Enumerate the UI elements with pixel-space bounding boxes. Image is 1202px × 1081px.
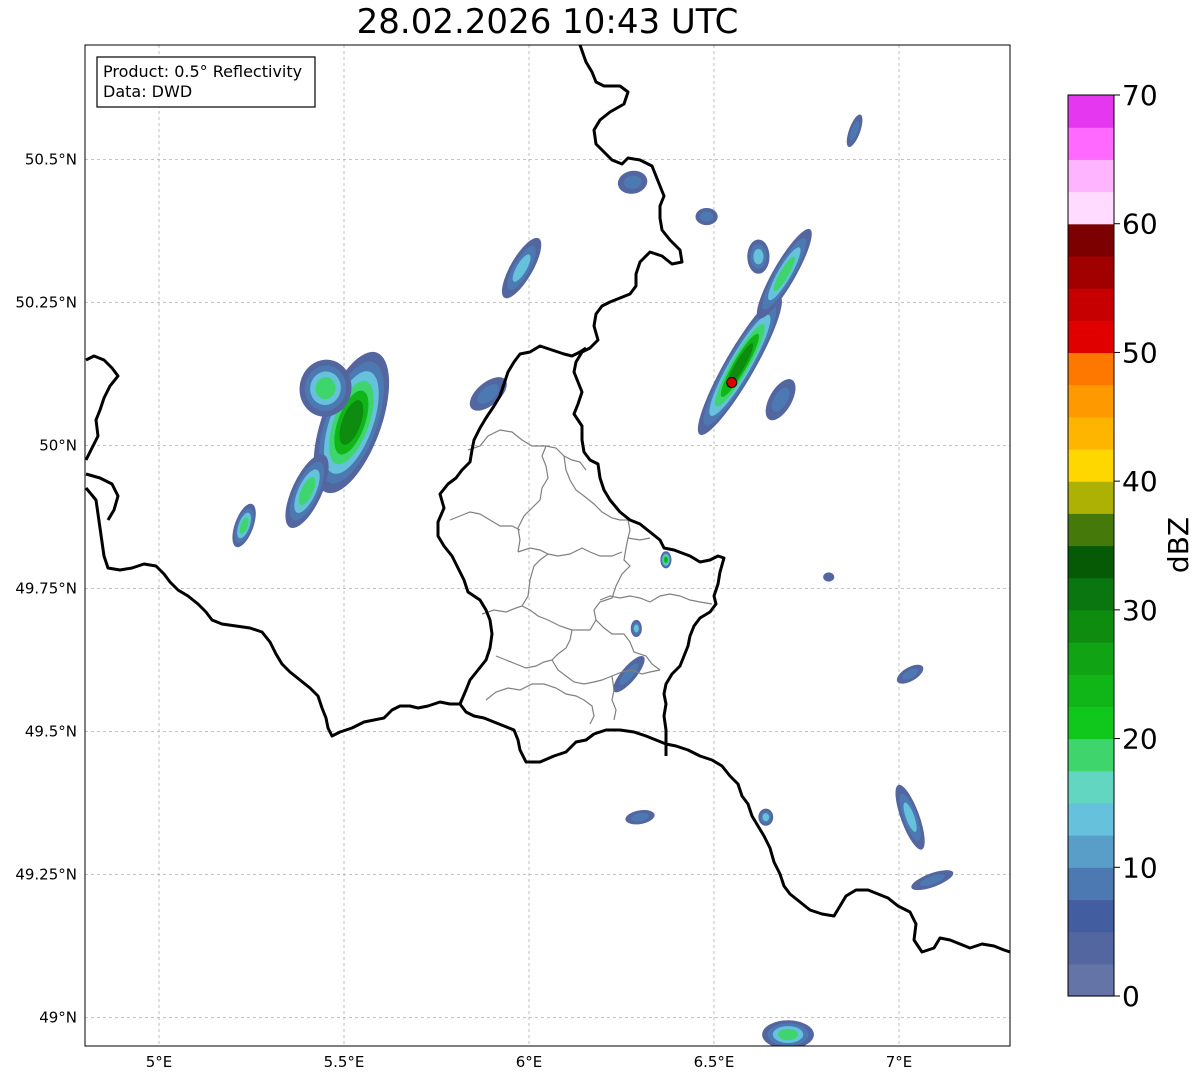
echo-cell — [630, 619, 642, 638]
echo-contour — [753, 248, 764, 265]
colorbar-swatch — [1068, 642, 1114, 675]
colorbar: 0 10 20 30 40 50 60 70 dBZ — [1067, 79, 1195, 1013]
colorbar-swatch — [1068, 416, 1114, 450]
colorbar-tick-label: 50 — [1122, 336, 1158, 369]
echo-cell — [846, 114, 863, 148]
colorbar-swatch — [1068, 931, 1114, 965]
radar-site-dot — [726, 376, 738, 388]
product-info-box: Product: 0.5° Reflectivity Data: DWD — [96, 56, 316, 108]
echo-cell — [911, 870, 954, 891]
lat-tick-label: 50.25°N — [15, 293, 77, 311]
echo-contour — [663, 556, 668, 563]
echo-cell — [617, 170, 648, 194]
colorbar-swatch — [1068, 609, 1114, 643]
echo-cell — [747, 239, 770, 274]
echo-contour — [762, 813, 770, 822]
echo-cell — [697, 295, 782, 436]
echo-contour — [778, 1029, 798, 1041]
reflectivity-echoes — [232, 114, 954, 1046]
echo-cell — [895, 784, 925, 850]
colorbar-label: dBZ — [1162, 517, 1195, 573]
colorbar-swatch — [1068, 513, 1114, 547]
colorbar-swatch — [1068, 223, 1114, 257]
echo-cell — [758, 808, 774, 826]
lon-tick-label: 6.5°E — [694, 1053, 735, 1071]
radar-site-marker — [726, 376, 738, 388]
national-boundaries — [85, 45, 1010, 954]
colorbar-swatch — [1068, 738, 1114, 772]
lat-tick-label: 49.25°N — [15, 865, 77, 883]
echo-cell — [695, 208, 718, 226]
colorbar-swatch — [1068, 95, 1114, 128]
data-source-label: Data: DWD — [103, 82, 192, 101]
colorbar-swatch — [1068, 320, 1114, 354]
echo-contour — [823, 572, 835, 582]
colorbar-swatch — [1068, 288, 1114, 321]
lat-tick-label: 49.75°N — [15, 579, 77, 597]
colorbar-swatch — [1068, 577, 1114, 611]
colorbar-swatch — [1068, 448, 1114, 482]
colorbar-swatch — [1068, 255, 1114, 289]
echo-cell — [660, 551, 672, 569]
colorbar-tick-label: 10 — [1122, 851, 1158, 884]
country-borders — [85, 45, 1010, 954]
colorbar-swatch — [1068, 802, 1114, 836]
graticule — [85, 45, 1010, 1046]
colorbar-tick-label: 40 — [1122, 465, 1158, 498]
colorbar-swatch — [1068, 127, 1114, 160]
echo-contour — [633, 624, 639, 633]
colorbar-swatch — [1068, 899, 1114, 933]
lat-tick-label: 50°N — [39, 436, 77, 454]
colorbar-tick-label: 70 — [1122, 79, 1158, 112]
colorbar-tick-label: 20 — [1122, 723, 1158, 756]
lon-tick-label: 7°E — [886, 1053, 913, 1071]
product-label: Product: 0.5° Reflectivity — [103, 62, 302, 81]
lat-tick-label: 50.5°N — [25, 150, 77, 168]
echo-cell — [823, 572, 835, 582]
colorbar-swatch — [1068, 674, 1114, 707]
lon-tick-label: 6°E — [516, 1053, 543, 1071]
map-frame — [84, 44, 1011, 1047]
colorbar-swatch — [1068, 481, 1114, 514]
lon-tick-label: 5.5°E — [324, 1053, 365, 1071]
colorbar-tick-label: 60 — [1122, 208, 1158, 241]
colorbar-swatch — [1068, 384, 1114, 418]
colorbar-swatch — [1068, 545, 1114, 579]
colorbar-swatch — [1068, 835, 1114, 868]
lat-tick-label: 49.5°N — [25, 722, 77, 740]
echo-cell — [232, 503, 256, 548]
echo-contour — [700, 211, 714, 222]
canton-boundaries — [449, 429, 713, 725]
colorbar-tick-label: 30 — [1122, 594, 1158, 627]
colorbar-swatch — [1068, 352, 1114, 386]
echo-cell — [765, 379, 796, 421]
colorbar-swatch — [1068, 963, 1114, 997]
echo-cell — [762, 1020, 814, 1046]
lon-tick-label: 5°E — [146, 1053, 173, 1071]
radar-figure: Product: 0.5° Reflectivity Data: DWD 5°E… — [15, 44, 1195, 1071]
colorbar-swatch — [1068, 867, 1114, 901]
echo-cell — [625, 809, 655, 825]
echo-cell — [501, 237, 542, 299]
echo-cell — [756, 228, 812, 319]
colorbar-swatch — [1068, 770, 1114, 804]
colorbar-swatch — [1068, 159, 1114, 193]
lat-tick-label: 49°N — [39, 1008, 77, 1026]
colorbar-swatch — [1068, 191, 1114, 225]
colorbar-swatch — [1068, 706, 1114, 740]
colorbar-tick-label: 0 — [1122, 980, 1140, 1013]
